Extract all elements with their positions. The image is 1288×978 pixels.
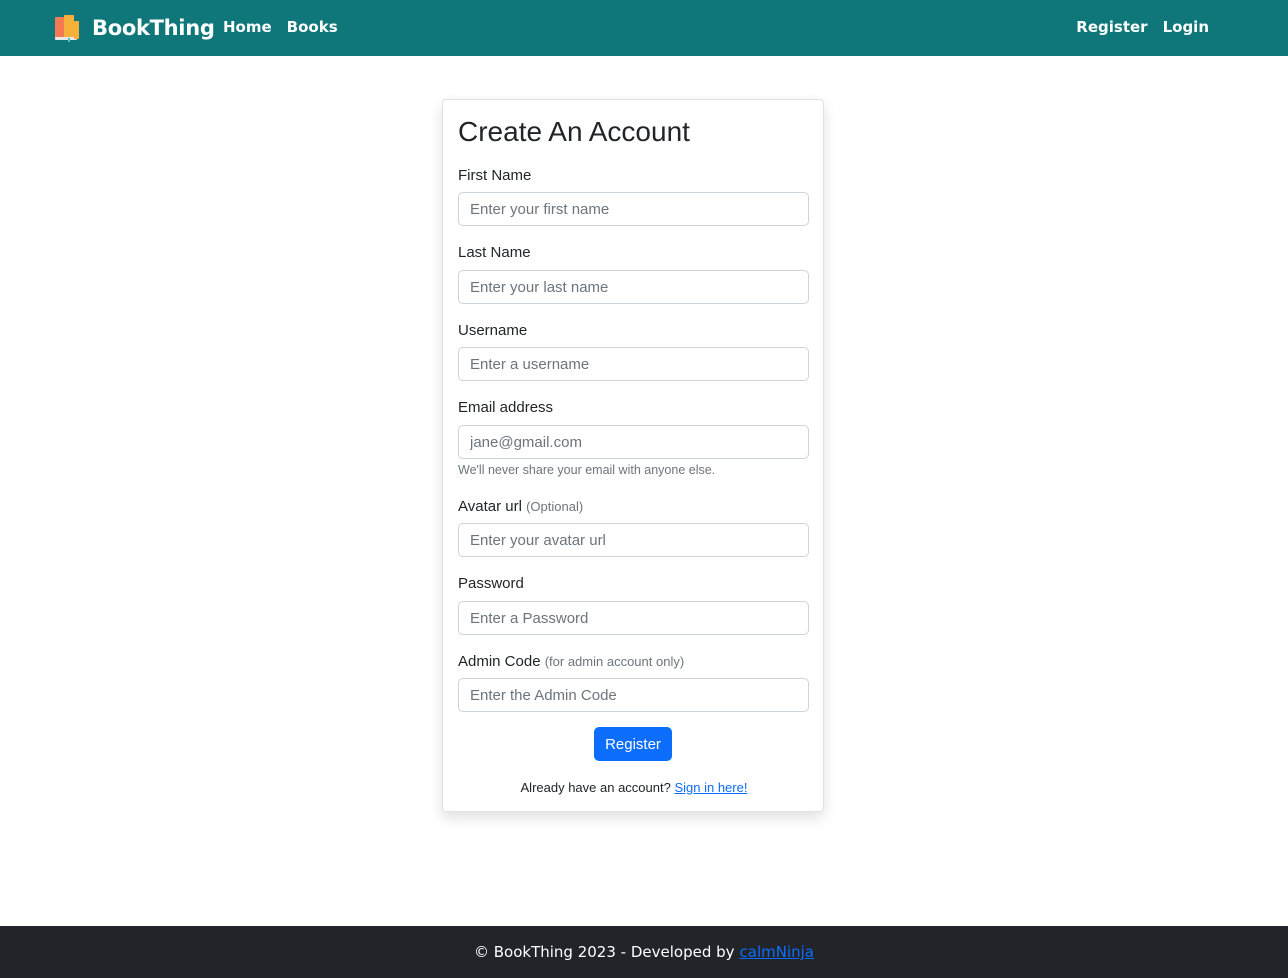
first-name-label: First Name <box>458 167 532 184</box>
admin-code-input[interactable] <box>458 678 809 712</box>
avatar-url-input[interactable] <box>458 523 809 557</box>
footer-text: © BookThing 2023 - Developed by <box>473 943 735 961</box>
page-title: Create An Account <box>458 116 690 147</box>
nav-link-home[interactable]: Home <box>223 18 272 36</box>
username-input[interactable] <box>458 347 809 381</box>
top-navbar: BookThing Home Books Register Login <box>0 0 1288 56</box>
username-label: Username <box>458 322 528 339</box>
first-name-group: First Name <box>458 167 809 226</box>
nav-link-register[interactable]: Register <box>1076 18 1147 36</box>
signin-link[interactable]: Sign in here! <box>674 780 747 795</box>
register-card: Create An Account First Name Last Name U… <box>442 99 824 812</box>
avatar-optional-note: (Optional) <box>526 499 584 514</box>
author-link[interactable]: calmNinja <box>740 943 814 961</box>
last-name-group: Last Name <box>458 244 809 304</box>
email-help-text: We'll never share your email with anyone… <box>458 463 716 477</box>
register-button[interactable]: Register <box>594 727 672 761</box>
admin-code-label-text: Admin Code <box>458 653 541 670</box>
password-group: Password <box>458 575 809 635</box>
last-name-label: Last Name <box>458 244 531 261</box>
brand-name: BookThing <box>92 16 215 40</box>
email-label: Email address <box>458 399 554 416</box>
admin-code-label: Admin Code (for admin account only) <box>458 653 809 670</box>
admin-code-group: Admin Code (for admin account only) <box>458 653 809 712</box>
nav-link-books[interactable]: Books <box>287 18 338 36</box>
nav-link-login[interactable]: Login <box>1163 18 1209 36</box>
email-input[interactable] <box>458 425 809 459</box>
avatar-label: Avatar url (Optional) <box>458 498 809 515</box>
books-icon <box>55 15 79 42</box>
admin-code-note: (for admin account only) <box>544 654 685 669</box>
email-group: Email address We'll never share your ema… <box>458 399 809 477</box>
password-input[interactable] <box>458 601 809 635</box>
password-label: Password <box>458 575 524 592</box>
nav-right-links: Register Login <box>1076 18 1209 36</box>
signin-prompt-text: Already have an account? <box>520 780 671 795</box>
avatar-group: Avatar url (Optional) <box>458 498 809 557</box>
username-group: Username <box>458 322 809 381</box>
avatar-label-text: Avatar url <box>458 498 522 515</box>
last-name-input[interactable] <box>458 270 809 304</box>
signin-prompt: Already have an account? Sign in here! <box>443 780 825 795</box>
first-name-input[interactable] <box>458 192 809 226</box>
brand-link[interactable]: BookThing <box>52 13 215 43</box>
nav-left-links: Home Books <box>223 18 338 36</box>
page-footer: © BookThing 2023 - Developed by calmNinj… <box>0 926 1288 978</box>
